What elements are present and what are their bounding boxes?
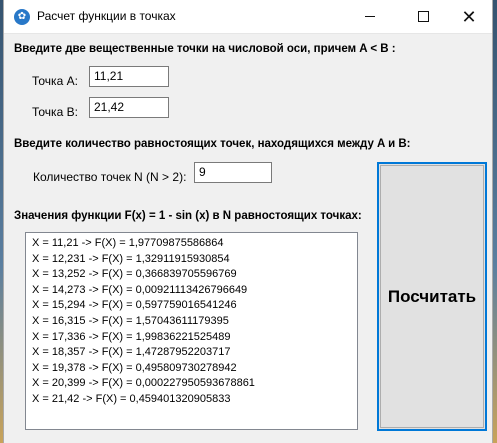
list-item[interactable]: X = 20,399 -> F(X) = 0,00022795059367886…	[32, 376, 357, 392]
point-a-input[interactable]: 11,21	[89, 66, 169, 87]
results-listbox[interactable]: X = 11,21 -> F(X) = 1,97709875586864 X =…	[25, 232, 358, 430]
list-item[interactable]: X = 16,315 -> F(X) = 1,57043611179395	[32, 314, 357, 330]
list-item[interactable]: X = 13,252 -> F(X) = 0,366839705596769	[32, 267, 357, 283]
close-icon: ✕	[461, 6, 477, 27]
list-item[interactable]: X = 15,294 -> F(X) = 0,597759016541246	[32, 298, 357, 314]
title-bar[interactable]: ✿ Расчет функции в точках ✕	[4, 0, 492, 34]
count-label: Количество точек N (N > 2):	[33, 170, 187, 184]
list-item[interactable]: X = 19,378 -> F(X) = 0,495809730278942	[32, 361, 357, 377]
calculate-button[interactable]: Посчитать	[377, 162, 487, 431]
list-item[interactable]: X = 18,357 -> F(X) = 1,47287952203717	[32, 345, 357, 361]
list-item[interactable]: X = 12,231 -> F(X) = 1,32911915930854	[32, 252, 357, 268]
minimize-button[interactable]	[347, 0, 393, 33]
maximize-icon	[417, 11, 429, 22]
minimize-icon	[365, 16, 375, 17]
list-item[interactable]: X = 14,273 -> F(X) = 0,00921113426796649	[32, 283, 357, 299]
list-item[interactable]: X = 21,42 -> F(X) = 0,459401320905833	[32, 392, 357, 408]
list-item[interactable]: X = 11,21 -> F(X) = 1,97709875586864	[32, 236, 357, 252]
app-window: ✿ Расчет функции в точках ✕ Введите две …	[3, 0, 493, 443]
list-item[interactable]: X = 17,336 -> F(X) = 1,99836221525489	[32, 330, 357, 346]
point-b-input[interactable]: 21,42	[89, 97, 169, 118]
maximize-button[interactable]	[400, 0, 446, 33]
results-heading: Значения функции F(x) = 1 - sin (x) в N …	[14, 210, 362, 222]
app-paw-icon[interactable]: ✿	[14, 9, 30, 25]
count-input[interactable]: 9	[194, 162, 272, 183]
count-heading: Введите количество равностоящих точек, н…	[14, 138, 411, 150]
window-title: Расчет функции в точках	[37, 9, 176, 23]
point-a-label: Точка A:	[32, 74, 78, 88]
close-button[interactable]: ✕	[446, 0, 492, 33]
calculate-button-focus-ring	[380, 165, 484, 428]
point-b-label: Точка B:	[32, 105, 78, 119]
points-heading: Введите две вещественные точки на числов…	[14, 43, 396, 55]
